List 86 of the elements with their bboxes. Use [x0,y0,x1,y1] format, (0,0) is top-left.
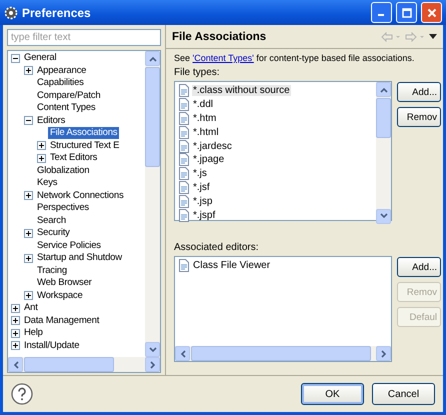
tree-item[interactable]: Security [35,227,72,240]
close-icon [426,8,436,18]
expand-icon[interactable] [11,316,20,326]
collapse-icon[interactable] [24,116,33,126]
tree-item[interactable]: Perspectives [35,202,91,214]
file-icon [178,98,190,112]
list-button[interactable]: Add... [397,257,441,277]
dialog-button[interactable]: Cancel [372,383,435,405]
list-item[interactable]: *.jardesc [192,140,233,152]
tree-item[interactable]: Text Editors [48,152,100,164]
tree-item[interactable]: Network Connections [35,190,126,202]
tree-item[interactable]: Workspace [35,290,85,302]
tree-item[interactable]: Compare/Patch [35,90,102,102]
tree-item[interactable]: Service Policies [35,240,103,252]
filter-field[interactable]: type filter text [7,29,161,46]
tree-item[interactable]: Tracing [35,264,69,277]
list-item[interactable]: *.jpage [192,154,226,166]
list-item[interactable]: *.jspf [192,210,216,221]
tree-item[interactable]: Data Management [22,314,102,327]
maximize-button[interactable] [396,2,417,23]
expand-icon[interactable] [24,291,33,300]
list-item[interactable]: *.jsf [192,182,211,193]
horizontal-scrollbar[interactable] [175,346,391,361]
maximize-icon [402,8,412,18]
file-icon [178,194,190,208]
expand-icon[interactable] [37,154,46,163]
expand-icon[interactable] [11,304,20,313]
help-icon[interactable] [11,383,33,405]
tree-item[interactable]: Appearance [35,64,88,77]
tree-item[interactable]: Search [35,214,68,227]
expand-icon[interactable] [11,341,20,350]
vertical-scrollbar[interactable] [145,51,160,357]
tree-item[interactable]: Ant [22,302,40,314]
close-button[interactable] [421,2,442,23]
tree-item[interactable]: General [22,52,58,64]
gear-icon [4,6,18,20]
tree-item[interactable]: Help [22,327,45,340]
horizontal-scrollbar[interactable] [8,357,160,372]
file-icon [178,140,190,153]
content-types-link[interactable]: 'Content Types' [192,53,254,63]
list-item[interactable]: *.js [192,168,208,180]
file-icon [178,259,190,272]
file-icon [178,84,190,98]
intro-text: See 'Content Types' for content-type based file associations. [174,53,416,64]
section-label: File types: [174,67,221,78]
tree-item[interactable]: File Associations [48,127,120,140]
scrollbar-thumb[interactable] [191,346,371,361]
list-item[interactable]: *.class without source [192,85,291,96]
page-title: File Associations [172,30,268,42]
tree-item[interactable]: Keys [35,177,60,190]
tree-item[interactable]: Structured Text E [48,140,122,152]
vertical-scrollbar[interactable] [376,82,391,224]
scrollbar-thumb[interactable] [376,98,391,138]
dialog-button[interactable]: OK [301,383,364,405]
expand-icon[interactable] [24,191,33,200]
tree-item[interactable]: Editors [35,114,68,127]
scrollbar-thumb[interactable] [145,67,160,167]
list-button[interactable]: Remov [397,107,441,127]
file-icon [178,153,190,166]
collapse-icon[interactable] [11,54,20,63]
list-button[interactable]: Add... [397,82,441,102]
list-item[interactable]: *.jsp [192,196,214,207]
expand-icon[interactable] [11,328,20,338]
list-item[interactable]: *.ddl [192,99,214,110]
tree-item[interactable]: Web Browser [35,277,94,290]
tree-item[interactable]: Content Types [35,102,98,114]
file-icon [178,180,190,194]
expand-icon[interactable] [24,254,33,263]
minimize-button[interactable] [371,2,392,23]
expand-icon[interactable] [24,66,33,76]
tree-item[interactable]: Install/Update [22,340,82,352]
expand-icon[interactable] [24,228,33,238]
window-title: Preferences [22,6,92,20]
menu-icon[interactable] [429,34,437,39]
file-icon [178,112,190,125]
list-item[interactable]: Class File Viewer [192,260,272,272]
list-item[interactable]: *.htm [192,112,218,124]
tree-item[interactable]: Capabilities [35,77,86,90]
tree-item[interactable]: Globalization [35,164,92,177]
section-label: Associated editors: [174,242,260,253]
file-icon [178,167,190,180]
expand-icon[interactable] [37,141,46,150]
tree-item[interactable]: Startup and Shutdow [35,252,124,264]
file-icon [178,126,190,139]
list-item[interactable]: *.html [192,126,220,138]
scrollbar-thumb[interactable] [24,357,114,372]
